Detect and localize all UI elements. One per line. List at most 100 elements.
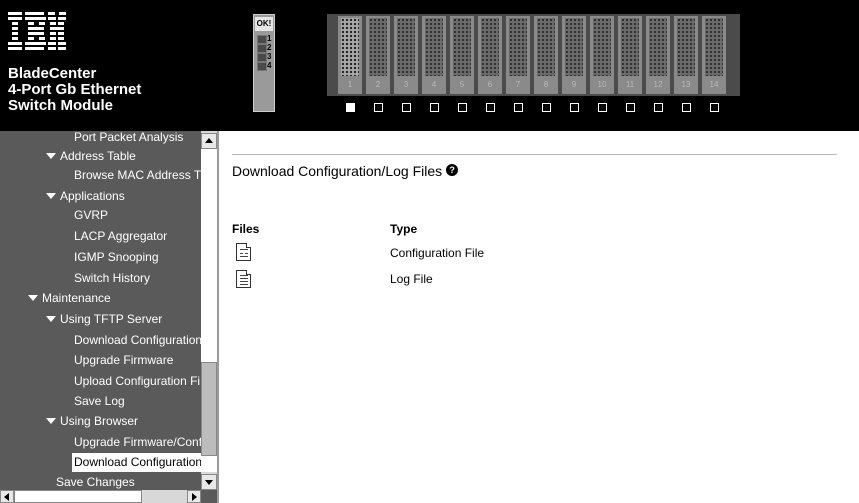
nav-label: Address Table	[60, 149, 136, 163]
bay-selector-checkbox[interactable]	[626, 103, 635, 112]
blade-bay[interactable]: 3	[394, 16, 418, 94]
bay-selector-checkbox[interactable]	[346, 103, 355, 112]
blade-bay[interactable]: 7	[506, 16, 530, 94]
nav-gvrp[interactable]: GVRP	[0, 206, 108, 225]
file-type-configuration: Configuration File	[390, 246, 485, 260]
bay-selector-checkbox[interactable]	[598, 103, 607, 112]
bay-number: 9	[571, 80, 577, 89]
bay-selector-checkbox[interactable]	[458, 103, 467, 112]
blade-grill	[649, 18, 667, 76]
nav-igmp-snooping[interactable]: IGMP Snooping	[0, 248, 159, 267]
icon-line	[240, 253, 243, 254]
blade-grill	[537, 18, 555, 76]
nav-save-log[interactable]: Save Log	[0, 392, 125, 411]
arrow-right-icon	[192, 493, 197, 501]
nav-maintenance[interactable]: Maintenance	[0, 289, 111, 308]
blade-bay[interactable]: 9	[562, 16, 586, 94]
scroll-right-button[interactable]	[187, 490, 201, 503]
config-file-icon[interactable]	[236, 243, 251, 261]
arrow-up-icon	[205, 138, 213, 143]
nav-browser-download-configuration[interactable]: Download Configuration	[72, 453, 203, 472]
blade-bay[interactable]: 6	[478, 16, 502, 94]
log-file-icon[interactable]	[236, 270, 251, 288]
switch-module-graphic: OK! 1 2 3 4	[253, 14, 275, 112]
scroll-thumb[interactable]	[201, 362, 217, 456]
arrow-down-icon	[205, 480, 213, 485]
column-header-files: Files	[232, 222, 260, 236]
blade-bay[interactable]: 14	[702, 16, 726, 94]
nav-tftp-upgrade-firmware[interactable]: Upgrade Firmware	[0, 351, 173, 370]
blade-bay[interactable]: 8	[534, 16, 558, 94]
bay-selector-checkbox[interactable]	[430, 103, 439, 112]
nav-tftp-upload-configuration[interactable]: Upload Configuration Fi	[0, 372, 200, 391]
blade-bay[interactable]: 4	[422, 16, 446, 94]
port-led-icon	[257, 44, 267, 53]
bay-selector-checkbox[interactable]	[682, 103, 691, 112]
column-header-type: Type	[390, 222, 418, 236]
nav-using-tftp-server[interactable]: Using TFTP Server	[0, 310, 162, 329]
bay-selector-checkbox[interactable]	[486, 103, 495, 112]
blade-grill	[621, 18, 639, 76]
bay-number: 5	[459, 80, 465, 89]
scroll-thumb[interactable]	[14, 490, 142, 503]
port-number: 3	[267, 52, 272, 61]
nav-label: GVRP	[74, 208, 109, 222]
nav-label: Port Packet Analysis	[74, 131, 184, 144]
bay-selector-checkbox[interactable]	[514, 103, 523, 112]
blade-grill	[677, 18, 695, 76]
question-icon[interactable]: ?	[446, 164, 459, 176]
blade-bays: 1 2 3 4 5 6 7 8 9 10 11 12 13 14	[338, 16, 730, 94]
nav-label: Save Log	[74, 394, 125, 408]
icon-line	[240, 256, 248, 257]
sidebar-horizontal-scrollbar[interactable]	[0, 490, 201, 503]
blade-bay[interactable]: 11	[618, 16, 642, 94]
file-type-log: Log File	[390, 272, 433, 286]
blade-grill	[425, 18, 443, 76]
blade-grill	[397, 18, 415, 76]
blade-bay[interactable]: 12	[646, 16, 670, 94]
blade-bay[interactable]: 10	[590, 16, 614, 94]
nav-label: Browse MAC Address T	[74, 168, 202, 182]
bay-number: 3	[403, 80, 409, 89]
port-led-icon	[257, 62, 267, 71]
bay-selector-checkbox[interactable]	[654, 103, 663, 112]
frame-divider[interactable]	[217, 131, 219, 503]
nav-browser-upgrade-firmware[interactable]: Upgrade Firmware/Conf	[0, 433, 202, 452]
product-line-1: BladeCenter	[8, 65, 97, 82]
nav-applications[interactable]: Applications	[0, 187, 125, 206]
product-name: BladeCenter 4-Port Gb Ethernet Switch Mo…	[8, 66, 141, 114]
bay-number: 12	[653, 80, 663, 89]
bay-selector-checkbox[interactable]	[570, 103, 579, 112]
bay-selector-checkbox[interactable]	[374, 103, 383, 112]
page-title-text: Download Configuration/Log Files	[232, 163, 443, 179]
nav-browse-mac-address[interactable]: Browse MAC Address T	[0, 166, 201, 185]
bay-selector-checkbox[interactable]	[710, 103, 719, 112]
scroll-left-button[interactable]	[0, 490, 14, 503]
nav-label: IGMP Snooping	[74, 250, 159, 264]
expanded-triangle-icon	[46, 315, 56, 322]
nav-using-browser[interactable]: Using Browser	[0, 412, 138, 431]
nav-lacp-aggregator[interactable]: LACP Aggregator	[0, 227, 167, 246]
nav-address-table[interactable]: Address Table	[0, 147, 136, 166]
expanded-triangle-icon	[28, 294, 38, 301]
scroll-up-button[interactable]	[201, 133, 217, 149]
bay-selector-checkbox[interactable]	[402, 103, 411, 112]
port-number: 4	[267, 61, 272, 70]
nav-label: Download Configuration	[74, 455, 203, 469]
nav-label: LACP Aggregator	[74, 229, 168, 243]
bay-number: 6	[487, 80, 493, 89]
blade-bay[interactable]: 1	[338, 16, 362, 94]
sidebar-vertical-scrollbar[interactable]	[201, 131, 217, 490]
icon-line	[240, 281, 248, 282]
blade-bay[interactable]: 13	[674, 16, 698, 94]
nav-tftp-download-configuration[interactable]: Download Configuration	[0, 331, 202, 350]
nav-port-packet-analysis[interactable]: Port Packet Analysis	[0, 131, 183, 147]
blade-grill	[369, 18, 387, 76]
blade-bay[interactable]: 2	[366, 16, 390, 94]
scroll-down-button[interactable]	[201, 474, 217, 490]
bay-selector-checkbox[interactable]	[542, 103, 551, 112]
port-number: 1	[267, 34, 272, 43]
blade-bay[interactable]: 5	[450, 16, 474, 94]
arrow-left-icon	[4, 493, 9, 501]
nav-switch-history[interactable]: Switch History	[0, 269, 150, 288]
